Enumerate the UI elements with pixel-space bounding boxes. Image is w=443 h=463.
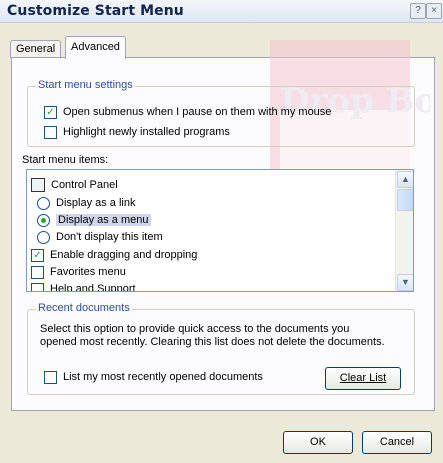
list-item-control-panel: Control Panel [31, 177, 118, 193]
radio-dont-display-label: Don't display this item [56, 231, 163, 243]
recent-documents-title: Recent documents [36, 302, 132, 314]
radio-display-link-button[interactable] [37, 196, 50, 210]
start-menu-items-list[interactable]: Control Panel Display as a link Display … [26, 169, 414, 292]
start-menu-items-label: Start menu items: [22, 152, 108, 168]
checkbox-list-recent-docs[interactable] [44, 370, 57, 384]
radio-display-link-label: Display as a link [56, 197, 136, 209]
favorites-label: Favorites menu [50, 266, 126, 278]
radio-display-menu[interactable]: Display as a menu [37, 212, 151, 228]
clear-list-button-label: Clear List [339, 372, 387, 384]
clear-list-button[interactable]: Clear List [325, 367, 401, 390]
list-item-drag-drop[interactable]: ✓ Enable dragging and dropping [31, 247, 197, 263]
scroll-down-arrow-icon[interactable]: ▼ [397, 274, 413, 291]
help-button[interactable]: ? [410, 3, 426, 19]
scroll-thumb[interactable] [397, 189, 413, 211]
option-open-submenus-label: Open submenus when I pause on them with … [63, 106, 332, 118]
start-menu-settings-title: Start menu settings [36, 79, 135, 91]
checkbox-highlight-programs[interactable] [44, 125, 57, 139]
option-open-submenus[interactable]: ✓ Open submenus when I pause on them wit… [44, 104, 331, 120]
close-button[interactable]: × [426, 3, 442, 19]
option-list-recent-docs[interactable]: List my most recently opened documents [44, 369, 263, 385]
list-scrollbar[interactable]: ▲ ▼ [395, 170, 413, 291]
checkbox-open-submenus[interactable]: ✓ [44, 105, 57, 119]
cancel-button[interactable]: Cancel [362, 431, 432, 454]
radio-display-menu-label: Display as a menu [56, 214, 151, 226]
list-item-help-support[interactable]: Help and Support [31, 281, 136, 292]
tab-general[interactable]: General [10, 40, 62, 58]
control-panel-label: Control Panel [51, 179, 118, 191]
window-title: Customize Start Menu [7, 3, 184, 19]
tab-advanced[interactable]: Advanced [65, 36, 126, 59]
recent-documents-description-line-2: opened most recently. Clearing this list… [40, 336, 385, 348]
recent-documents-description: Select this option to provide quick acce… [40, 323, 410, 349]
checkbox-help-support[interactable] [31, 282, 44, 291]
checkbox-drag-drop[interactable]: ✓ [31, 248, 44, 262]
option-highlight-programs-label: Highlight newly installed programs [63, 126, 230, 138]
title-bar: Customize Start Menu ? × [0, 0, 443, 23]
start-menu-items-label-text: Start menu items: [22, 154, 109, 166]
ok-button[interactable]: OK [283, 431, 353, 454]
control-panel-icon [31, 178, 45, 192]
checkbox-favorites[interactable] [31, 265, 44, 279]
drag-drop-label: Enable dragging and dropping [50, 249, 198, 261]
option-list-recent-docs-label: List my most recently opened documents [63, 371, 263, 383]
option-highlight-programs[interactable]: Highlight newly installed programs [44, 124, 230, 140]
recent-documents-description-line-1: Select this option to provide quick acce… [40, 323, 350, 335]
radio-display-link[interactable]: Display as a link [37, 195, 135, 211]
radio-dont-display-button[interactable] [37, 230, 50, 244]
list-item-favorites[interactable]: Favorites menu [31, 264, 126, 280]
scroll-up-arrow-icon[interactable]: ▲ [397, 171, 413, 188]
radio-dont-display[interactable]: Don't display this item [37, 229, 163, 245]
radio-display-menu-button[interactable] [37, 213, 50, 227]
help-support-label: Help and Support [50, 283, 136, 292]
